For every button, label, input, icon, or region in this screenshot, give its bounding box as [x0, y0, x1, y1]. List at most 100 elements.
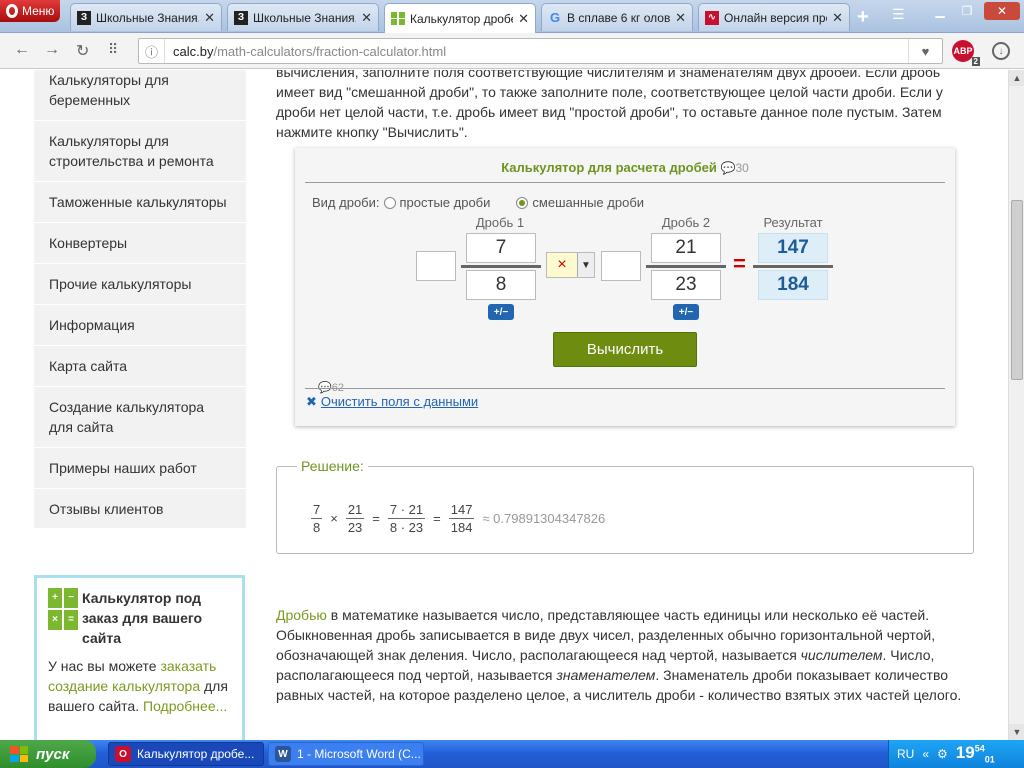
- close-tab-icon[interactable]: ✕: [832, 10, 843, 26]
- close-window-icon[interactable]: ✕: [984, 2, 1020, 20]
- solution-fraction-a: 78: [311, 502, 323, 535]
- close-tab-icon[interactable]: ✕: [518, 11, 529, 27]
- adblock-icon[interactable]: ABP 2: [952, 40, 980, 66]
- kind-simple-label[interactable]: простые дроби: [400, 195, 491, 210]
- kind-label: Вид дроби:: [312, 195, 380, 210]
- fraction2-numerator-input[interactable]: 21: [651, 233, 721, 263]
- calculate-button[interactable]: Вычислить: [553, 332, 697, 367]
- fraction1-denominator-input[interactable]: 8: [466, 270, 536, 300]
- operator-symbol: ×: [557, 256, 567, 273]
- solution-fraction-b: 21 23: [345, 502, 365, 535]
- tray-arrow-icon[interactable]: «: [922, 747, 929, 761]
- tab-online-version[interactable]: ∿ Онлайн версия прог ✕: [698, 3, 850, 31]
- intro-text: вычисления, заполните поля соответствующ…: [276, 70, 943, 140]
- fraction2-bar: [646, 265, 726, 268]
- sidebar-item-converters[interactable]: Конвертеры: [34, 223, 246, 264]
- tab-znanija-2[interactable]: З Школьные Знания.c ✕: [227, 3, 379, 31]
- chevron-down-icon[interactable]: ▼: [577, 253, 594, 277]
- taskbar-word-label: 1 - Microsoft Word (С...: [297, 747, 421, 761]
- taskbar-word[interactable]: W 1 - Microsoft Word (С...: [268, 742, 424, 766]
- url-field[interactable]: ⓘ calc.by/math-calculators/fraction-calc…: [138, 38, 943, 64]
- word-icon: W: [275, 746, 291, 762]
- comments-count[interactable]: 💬30: [720, 161, 748, 175]
- clear-fields-link[interactable]: ✖ Очистить поля с данными: [306, 394, 478, 410]
- fraction2-sign-button[interactable]: +/−: [673, 304, 699, 320]
- close-tab-icon[interactable]: ✕: [361, 10, 372, 26]
- scroll-up-icon[interactable]: ▲: [1009, 70, 1024, 86]
- sidebar-item-info[interactable]: Информация: [34, 305, 246, 346]
- forward-icon[interactable]: →: [44, 41, 60, 59]
- radio-simple[interactable]: [383, 196, 396, 209]
- solution-times: ×: [330, 511, 338, 526]
- radio-mixed[interactable]: [516, 196, 529, 209]
- fraction2-denominator-input[interactable]: 23: [651, 270, 721, 300]
- solution-fraction-d: 147 184: [448, 502, 475, 535]
- fraction1-numerator-input[interactable]: 7: [466, 233, 536, 263]
- scroll-down-icon[interactable]: ▼: [1009, 724, 1024, 740]
- tab-fraction-calculator[interactable]: Калькулятор дробе ✕: [384, 3, 536, 33]
- solution-fraction-c: 7 · 21 8 · 23: [387, 502, 426, 535]
- term-link[interactable]: Дробью: [276, 607, 327, 623]
- network-icon[interactable]: ⚙: [937, 747, 948, 761]
- operator-select[interactable]: × ▼: [546, 252, 595, 278]
- sidebar-item-examples[interactable]: Примеры наших работ: [34, 448, 246, 489]
- sidebar-item-customs[interactable]: Таможенные калькуляторы: [34, 182, 246, 223]
- sidebar-item-construction[interactable]: Калькуляторы для строительства и ремонта: [34, 121, 246, 182]
- windows-flag-icon: [10, 746, 28, 762]
- sidebar-item-other[interactable]: Прочие калькуляторы: [34, 264, 246, 305]
- tab-znanija-1[interactable]: З Школьные Знания.c ✕: [70, 3, 222, 31]
- minimize-icon[interactable]: ▁: [928, 2, 952, 20]
- reload-icon[interactable]: ↻: [76, 41, 89, 61]
- sidebar-item-pregnancy[interactable]: Калькуляторы для беременных: [34, 70, 246, 121]
- speed-dial-icon[interactable]: ⠿: [108, 41, 118, 58]
- language-indicator[interactable]: RU: [897, 747, 914, 761]
- tab-google-search[interactable]: G В сплаве 6 кг олова ✕: [541, 3, 693, 31]
- sidebar-item-reviews[interactable]: Отзывы клиентов: [34, 489, 246, 530]
- fraction1-sign-button[interactable]: +/−: [488, 304, 514, 320]
- scroll-thumb[interactable]: [1011, 200, 1023, 380]
- downloads-icon[interactable]: ↓: [992, 42, 1010, 60]
- fraction2-whole-input[interactable]: [601, 251, 641, 281]
- windows-taskbar: пуск O Калькулятор дробе... W 1 - Micros…: [0, 740, 1024, 768]
- bottom-divider: [305, 388, 945, 389]
- sidebar-item-create-calculator[interactable]: Создание калькулятора для сайта: [34, 387, 246, 448]
- start-button[interactable]: пуск: [0, 740, 96, 768]
- site-info-icon[interactable]: ⓘ: [139, 39, 165, 63]
- close-tab-icon[interactable]: ✕: [675, 10, 686, 26]
- solution-legend: Решение:: [297, 458, 368, 474]
- system-tray: RU « ⚙ 195401: [888, 740, 1024, 768]
- opera-menu-button[interactable]: Меню: [0, 0, 60, 22]
- vertical-scrollbar[interactable]: ▲ ▼: [1008, 70, 1024, 740]
- url-path: /math-calculators/fraction-calculator.ht…: [213, 43, 447, 59]
- fraction1-bar: [461, 265, 541, 268]
- clear-x-icon: ✖: [306, 394, 317, 409]
- close-tab-icon[interactable]: ✕: [204, 10, 215, 26]
- new-tab-button[interactable]: +: [857, 6, 869, 29]
- bookmark-heart-icon[interactable]: ♥: [908, 39, 942, 63]
- fraction-kind: Вид дроби: простые дроби смешанные дроби: [312, 195, 644, 210]
- solution-panel: Решение: 78 × 21 23 = 7 · 21 8 · 23 = 147 1…: [276, 458, 974, 554]
- fraction1-whole-input[interactable]: [416, 251, 456, 281]
- znanija-icon: З: [77, 10, 91, 25]
- taskbar-opera-label: Калькулятор дробе...: [137, 747, 255, 761]
- calculator-title: Калькулятор для расчета дробей 💬30: [501, 160, 749, 175]
- fraction1-label: Дробь 1: [475, 215, 525, 230]
- clock[interactable]: 195401: [956, 743, 995, 764]
- result-label: Результат: [763, 215, 823, 230]
- taskbar-opera[interactable]: O Калькулятор дробе...: [108, 742, 264, 766]
- solution-formula: 78 × 21 23 = 7 · 21 8 · 23 = 147 184 ≈ 0.79…: [311, 501, 605, 536]
- custom-calculator-promo: + − × = Калькулятор под заказ для вашего са…: [34, 575, 245, 740]
- address-toolbar: ← → ↻ ⠿ ⓘ calc.by/math-calculators/fract…: [0, 33, 1024, 69]
- more-link[interactable]: Подробнее...: [143, 698, 227, 714]
- back-icon[interactable]: ←: [14, 41, 30, 59]
- menu-label: Меню: [22, 4, 55, 18]
- adblock-label: ABP: [953, 46, 973, 56]
- sidebar-item-sitemap[interactable]: Карта сайта: [34, 346, 246, 387]
- result-bar: [753, 265, 833, 268]
- tab-list-icon[interactable]: ☰: [892, 6, 905, 23]
- maximize-icon[interactable]: ❐: [955, 2, 979, 20]
- kind-mixed-label[interactable]: смешанные дроби: [532, 195, 644, 210]
- opera-icon: O: [115, 746, 131, 762]
- sidebar-menu: Калькуляторы для беременных Калькуляторы…: [34, 70, 246, 530]
- tab-label: Онлайн версия прог: [724, 10, 828, 25]
